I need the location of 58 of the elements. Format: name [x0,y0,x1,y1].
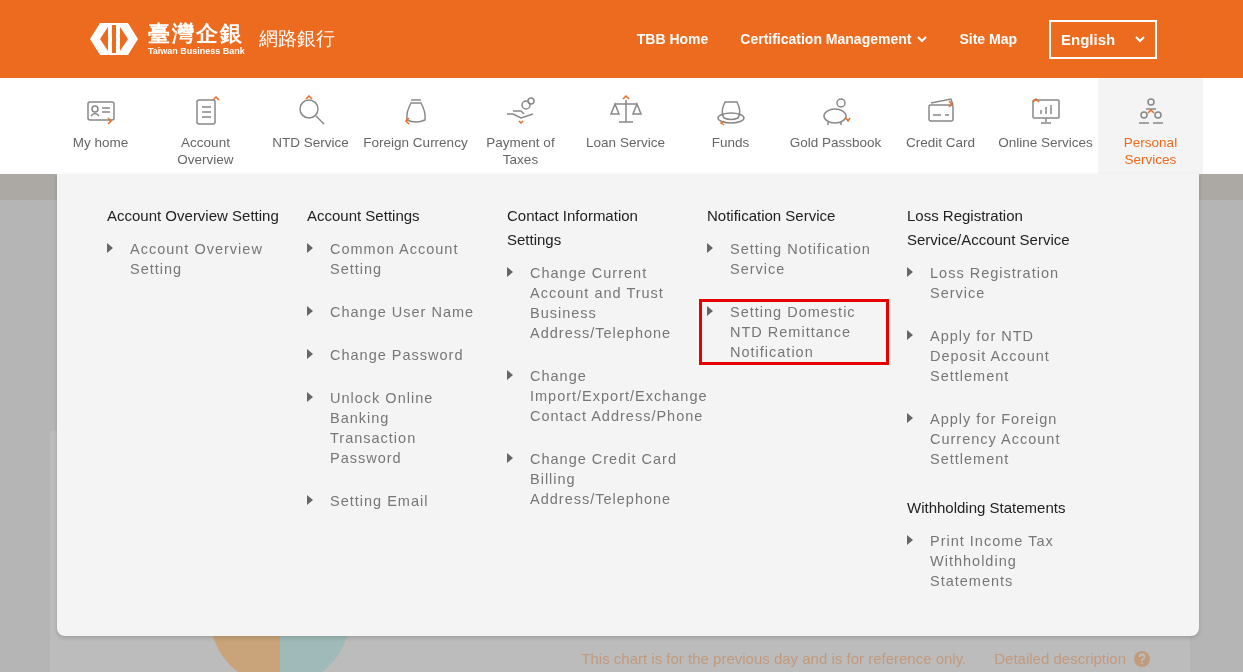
caret-right-icon [307,349,313,359]
header-link[interactable]: Site Map [959,31,1017,47]
caret-right-icon [307,392,313,402]
menu-item[interactable]: Change Password [304,342,483,368]
nav-tab[interactable]: Personal Services [1098,78,1203,174]
menu-item[interactable]: Common Account Setting [304,236,483,282]
caret-right-icon [507,453,513,463]
menu-item[interactable]: Account Overview Setting [104,236,283,282]
site-name: 網路銀行 [258,27,335,51]
header-link[interactable]: Certification Management [740,31,928,47]
menu-item[interactable]: Change Credit Card Billing Address/Telephone [504,446,683,512]
nav-tab[interactable]: Gold Passbook [783,78,888,174]
menu-heading: Contact Information Settings [507,206,639,250]
caret-right-icon [307,495,313,505]
menu-item[interactable]: Change User Name [304,299,483,325]
menu-item[interactable]: Setting Email [304,488,483,514]
caret-right-icon [707,243,713,253]
language-select[interactable]: English [1049,19,1157,59]
menu-heading: Account Settings [307,206,421,226]
nav-tab[interactable]: My home [48,78,153,174]
nav-tab[interactable]: Account Overview [153,78,258,174]
menu-item[interactable]: Print Income Tax Withholding Statements [904,528,1083,594]
caret-right-icon [507,267,513,277]
menu-item[interactable]: Unlock Online Banking Transaction Password [304,385,483,471]
menu-item[interactable]: Change Current Account and Trust Business Address/Telephone [504,260,683,346]
caret-right-icon [907,330,913,340]
nav-tab[interactable]: NTD Service [258,78,363,174]
caret-right-icon [507,370,513,380]
caret-right-icon [907,413,913,423]
header-link[interactable]: TBB Home [636,31,709,47]
caret-right-icon [707,306,713,316]
menu-item[interactable]: Apply for Foreign Currency Account Settlement [904,406,1083,472]
chart-note: This chart is for the previous day and is for reference only. [581,650,967,667]
logo-icon [88,21,140,57]
menu-item[interactable]: Apply for NTD Deposit Account Settlement [904,323,1083,389]
caret-right-icon [907,535,913,545]
chevron-down-icon [1135,35,1145,43]
nav-tab[interactable]: Credit Card [888,78,993,174]
menu-heading: Loss Registration Service/Account Service [907,206,1071,250]
bank-name: 臺灣企銀 [148,22,245,46]
nav-tab[interactable]: Online Services [993,78,1098,174]
menu-item[interactable]: Loss Registration Service [904,260,1083,306]
nav-tab[interactable]: Foreign Currency [363,78,468,174]
nav-tab[interactable]: Loan Service [573,78,678,174]
menu-heading: Account Overview Setting [107,206,280,226]
menu-heading: Withholding Statements [907,498,1067,518]
caret-right-icon [907,267,913,277]
caret-right-icon [107,243,113,253]
menu-item[interactable]: Setting Domestic NTD Remittance Notification [699,299,889,365]
menu-item[interactable]: Change Import/Export/Exchange Contact Address/Phone [504,363,711,429]
nav-tab[interactable]: Payment of Taxes [468,78,573,174]
menu-heading: Notification Service [707,206,837,226]
menu-item[interactable]: Setting Notification Service [704,236,883,282]
caret-right-icon [307,306,313,316]
help-icon [1134,650,1150,667]
bank-name-english: Taiwan Business Bank [148,46,245,56]
caret-right-icon [307,243,313,253]
nav-tab[interactable]: Funds [678,78,783,174]
